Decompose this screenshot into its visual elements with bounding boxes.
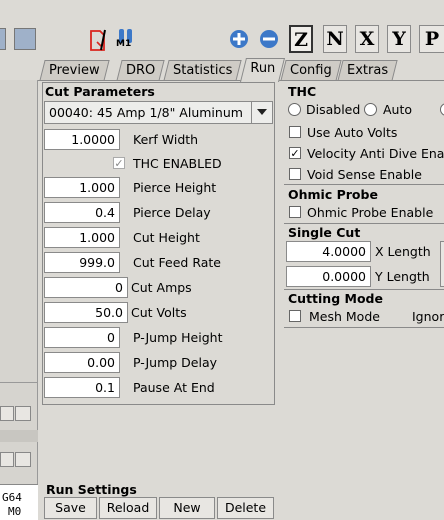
view-p-button[interactable]: P <box>419 25 444 53</box>
use-auto-volts-label: Use Auto Volts <box>307 125 398 140</box>
kerf-width-label: Kerf Width <box>133 132 199 147</box>
cut-amps-label: Cut Amps <box>131 280 192 295</box>
single-cut-divider <box>284 289 444 290</box>
left-button-d[interactable] <box>15 452 31 467</box>
left-bar-1 <box>0 430 38 442</box>
tab-config[interactable]: Config <box>280 60 342 81</box>
ohmic-divider <box>284 223 444 224</box>
chevron-down-icon <box>257 109 267 115</box>
toolbar-square-button[interactable] <box>14 28 36 50</box>
m1-label: M1 <box>116 39 132 49</box>
zoom-in-icon[interactable] <box>229 29 249 49</box>
single-cut-x-label: X Length <box>375 244 431 259</box>
tab-dro[interactable]: DRO <box>116 60 165 81</box>
new-button[interactable]: New <box>159 497 215 519</box>
single-cut-y-field[interactable]: 0.0000 <box>286 266 371 287</box>
gcode-status-line-2: M0 <box>8 505 22 518</box>
thc-enabled-checkbox[interactable]: ✓ <box>113 157 125 169</box>
cutting-mode-divider <box>284 327 444 328</box>
use-auto-volts-checkbox[interactable] <box>289 126 301 138</box>
cut-amps-field[interactable]: 0 <box>44 277 128 298</box>
thc-title: THC <box>288 84 317 99</box>
thc-auto-radio[interactable] <box>364 103 377 116</box>
single-cut-go-button[interactable] <box>440 241 444 287</box>
tab-run[interactable]: Run <box>240 58 285 82</box>
left-button-c[interactable] <box>0 452 14 467</box>
thc-divider <box>284 184 444 185</box>
pause-at-end-field[interactable]: 0.1 <box>44 377 120 398</box>
tab-bar: Preview DRO Statistics Run Config Extras <box>38 58 444 82</box>
single-cut-title: Single Cut <box>288 225 361 240</box>
pause-at-end-label: Pause At End <box>133 380 215 395</box>
left-control-strip: G64 M0 <box>0 80 38 520</box>
single-cut-y-label: Y Length <box>375 269 430 284</box>
kerf-width-field[interactable]: 1.0000 <box>44 129 120 150</box>
pierce-height-field[interactable]: 1.000 <box>44 177 120 198</box>
thc-manual-radio[interactable] <box>440 103 444 116</box>
view-y-button[interactable]: Y <box>387 25 411 53</box>
ignore-label: Ignor <box>412 309 444 324</box>
cut-height-label: Cut Height <box>133 230 200 245</box>
gcode-status-line-1: G64 <box>2 491 22 504</box>
thc-disabled-radio[interactable] <box>288 103 301 116</box>
thc-auto-label: Auto <box>383 102 413 117</box>
pierce-height-label: Pierce Height <box>133 180 217 195</box>
view-x-button[interactable]: X <box>355 25 379 53</box>
run-settings-title: Run Settings <box>46 482 137 497</box>
thc-enabled-label: THC ENABLED <box>133 156 222 171</box>
tab-extras[interactable]: Extras <box>337 60 398 81</box>
cut-feed-rate-label: Cut Feed Rate <box>133 255 221 270</box>
left-divider <box>0 382 38 383</box>
ohmic-probe-title: Ohmic Probe <box>288 187 378 202</box>
tab-statistics[interactable]: Statistics <box>163 60 243 81</box>
velocity-anti-dive-checkbox[interactable]: ✓ <box>289 147 301 159</box>
ohmic-probe-checkbox[interactable] <box>289 206 301 218</box>
ohmic-probe-label: Ohmic Probe Enable <box>307 205 434 220</box>
void-sense-label: Void Sense Enable <box>307 167 422 182</box>
left-button-b[interactable] <box>15 406 31 421</box>
gcode-status-box: G64 M0 <box>0 484 38 520</box>
delete-button[interactable]: Delete <box>217 497 274 519</box>
void-sense-checkbox[interactable] <box>289 168 301 180</box>
view-z2-button[interactable]: N <box>323 25 347 53</box>
cut-volts-label: Cut Volts <box>131 305 187 320</box>
material-select[interactable]: 00040: 45 Amp 1/8" Aluminum <box>44 101 273 124</box>
toolbar-square-button-partial[interactable] <box>0 28 6 50</box>
mesh-mode-label: Mesh Mode <box>309 309 380 324</box>
velocity-anti-dive-label: Velocity Anti Dive Enab <box>307 146 444 161</box>
combo-divider <box>251 102 252 123</box>
zoom-out-icon[interactable] <box>259 29 279 49</box>
tab-preview[interactable]: Preview <box>39 60 110 81</box>
mesh-mode-checkbox[interactable] <box>289 310 301 322</box>
p-jump-height-label: P-Jump Height <box>133 330 223 345</box>
cut-volts-field[interactable]: 50.0 <box>44 302 128 323</box>
cut-feed-rate-field[interactable]: 999.0 <box>44 252 120 273</box>
view-z-button[interactable]: Z <box>289 25 313 53</box>
toolbar: M1 Z N X Y P <box>0 22 444 56</box>
p-jump-delay-field[interactable]: 0.00 <box>44 352 120 373</box>
reload-button[interactable]: Reload <box>99 497 157 519</box>
cutting-mode-title: Cutting Mode <box>288 291 383 306</box>
single-cut-x-field[interactable]: 4.0000 <box>286 241 371 262</box>
p-jump-delay-label: P-Jump Delay <box>133 355 218 370</box>
p-jump-height-field[interactable]: 0 <box>44 327 120 348</box>
run-from-line-icon[interactable] <box>88 26 110 52</box>
cut-height-field[interactable]: 1.000 <box>44 227 120 248</box>
thc-disabled-label: Disabled <box>306 102 361 117</box>
save-button[interactable]: Save <box>44 497 97 519</box>
left-button-a[interactable] <box>0 406 14 421</box>
material-select-value: 00040: 45 Amp 1/8" Aluminum <box>49 105 243 120</box>
pierce-delay-label: Pierce Delay <box>133 205 211 220</box>
pierce-delay-field[interactable]: 0.4 <box>44 202 120 223</box>
